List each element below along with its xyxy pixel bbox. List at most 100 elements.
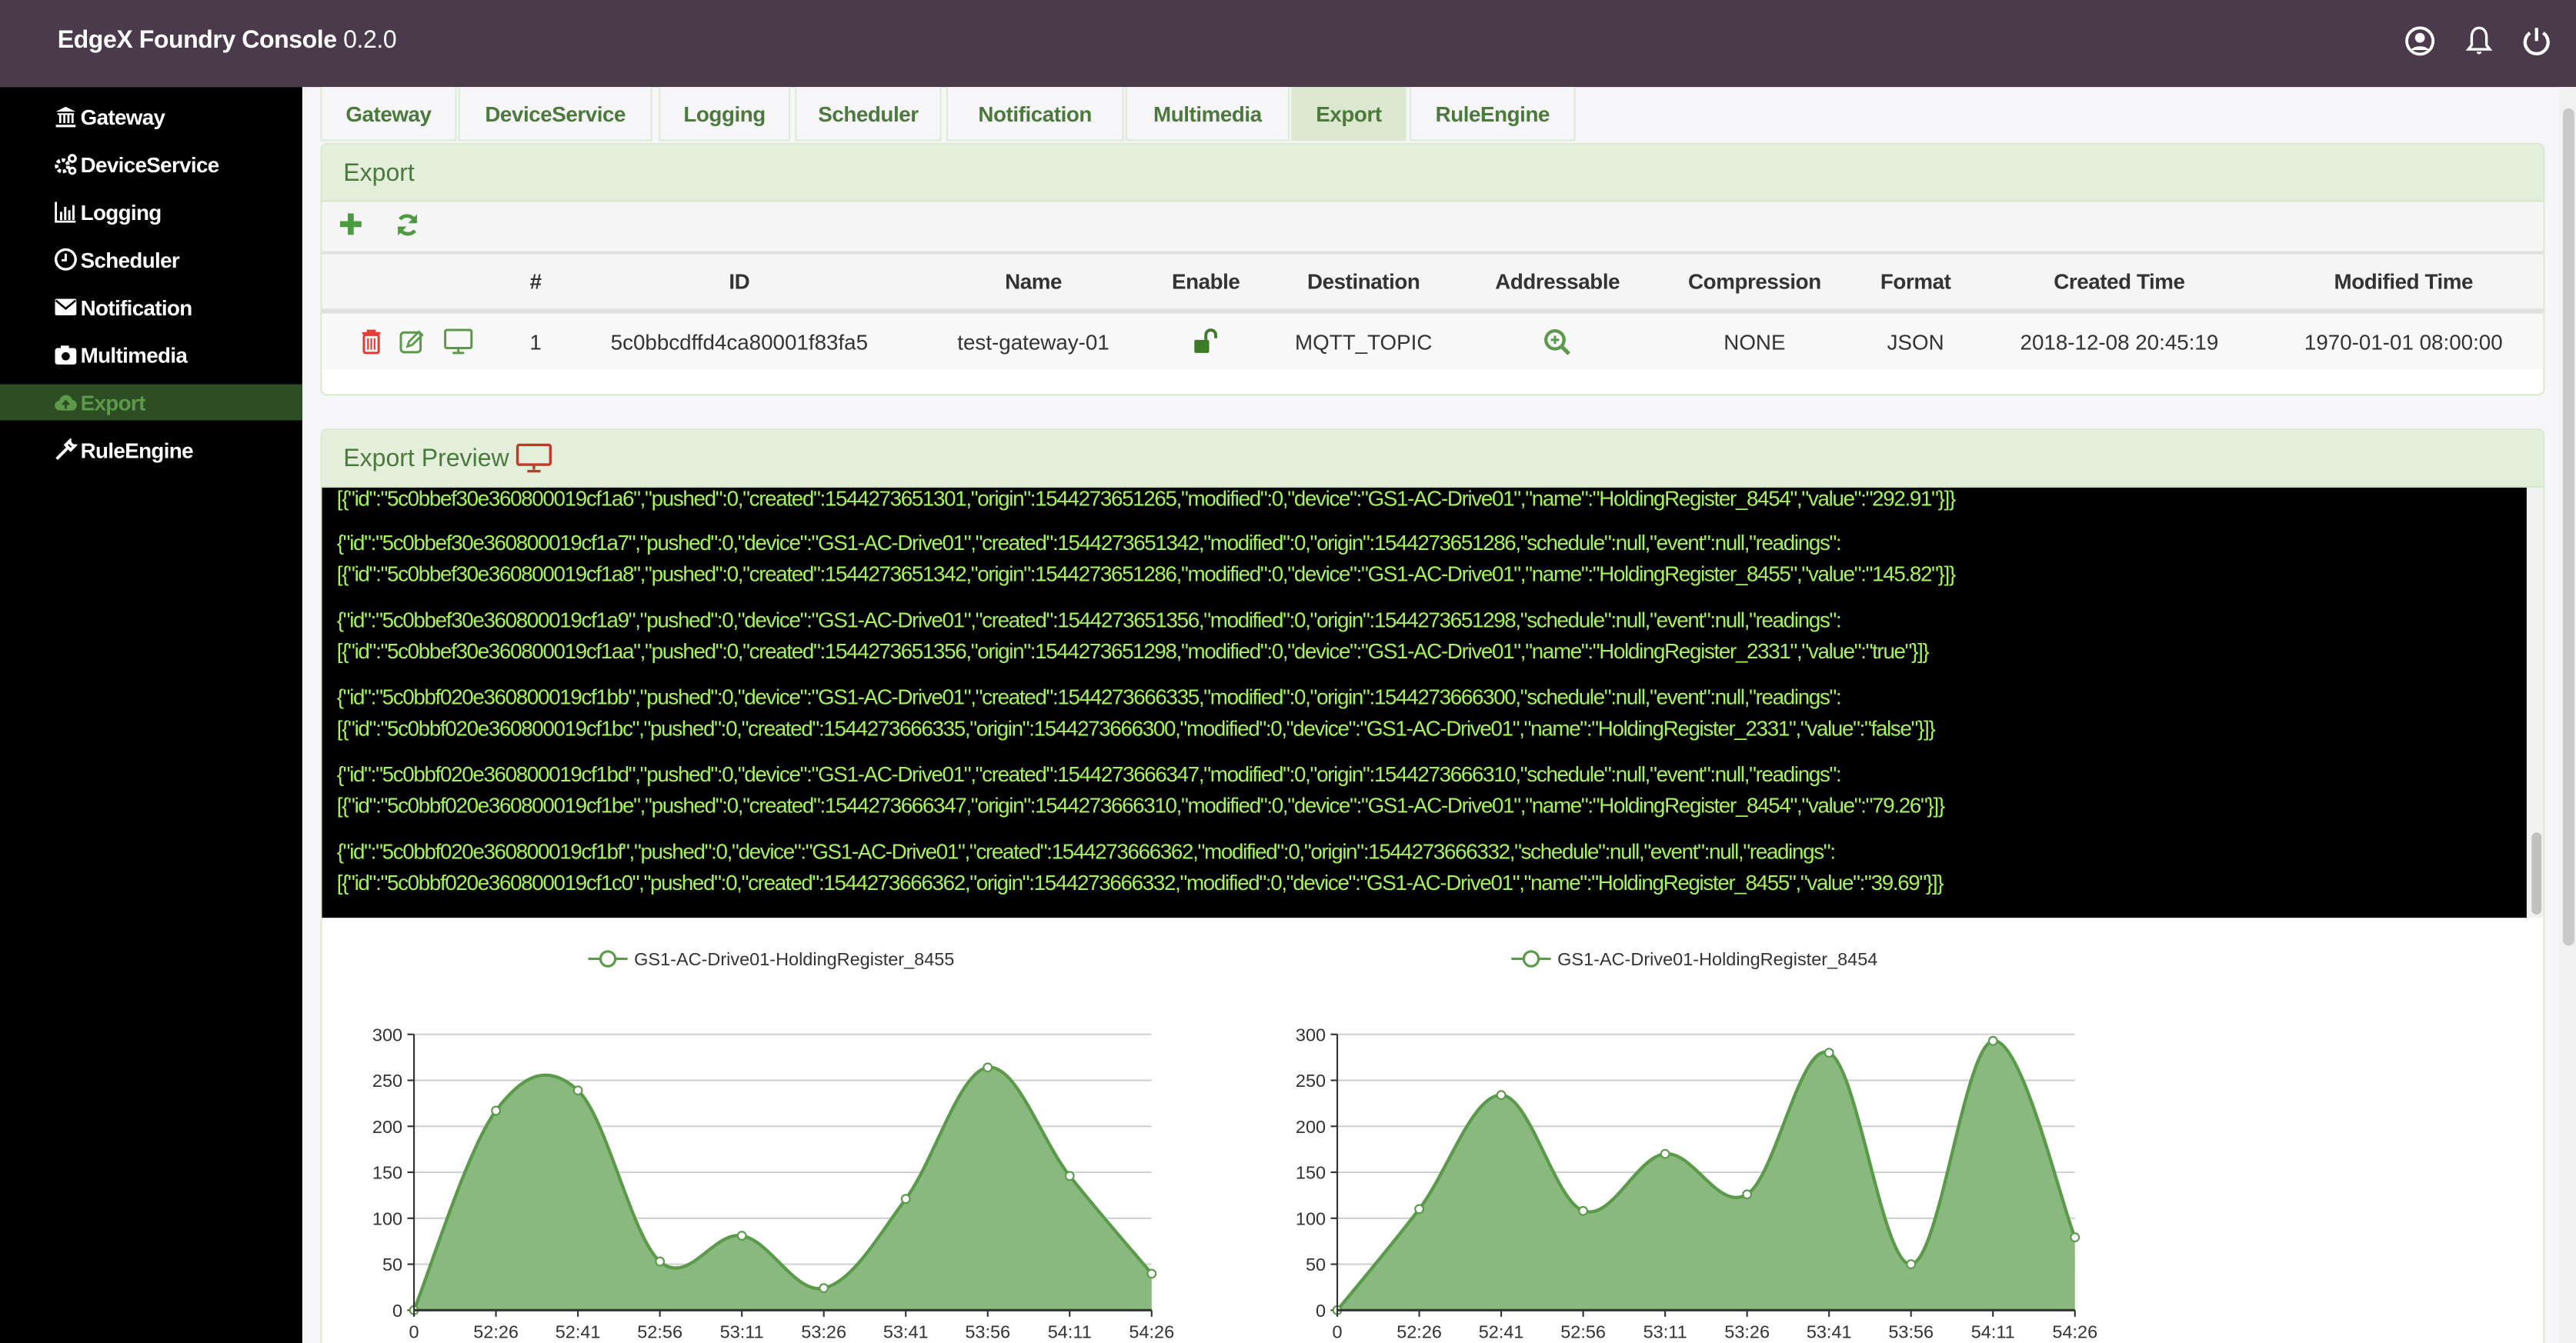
page-scroll-thumb[interactable] [2562,108,2574,946]
y-tick-label: 0 [1316,1301,1326,1321]
data-point [983,1062,993,1073]
sidebar-item-label: Multimedia [80,342,188,368]
tab-scheduler[interactable]: Scheduler [795,87,942,142]
tab-gateway[interactable]: Gateway [320,87,457,142]
tab-export[interactable]: Export [1291,87,1406,142]
data-point [736,1231,747,1241]
x-tick-label: 54:11 [1048,1322,1092,1342]
x-tick-label: 53:56 [965,1322,1010,1342]
monitor-icon[interactable] [444,314,473,370]
console-line: {"id":"5c0bbef30e360800019cf1a9","pushed… [336,607,1842,632]
tab-deviceservice[interactable]: DeviceService [458,87,652,142]
sidebar: Gateway DeviceService Logging Scheduler … [0,87,302,1343]
col-header-id: ID [729,269,750,295]
x-tick-label: 53:11 [1643,1322,1687,1342]
envelope-icon [52,295,77,318]
x-tick-label: 53:41 [883,1322,929,1342]
export-preview-console[interactable]: [{"id":"5c0bbef30e360800019cf1a6","pushe… [322,487,2527,918]
col-header-addressable: Addressable [1495,269,1620,295]
legend-marker [1522,950,1540,968]
series-area [1337,1041,2075,1311]
x-tick-label: 53:26 [1724,1322,1770,1342]
sidebar-item-ruleengine[interactable]: RuleEngine [0,432,302,468]
x-tick-label: 54:26 [2052,1322,2097,1342]
x-tick-label: 52:56 [1560,1322,1606,1342]
x-tick-label: 52:26 [1396,1322,1442,1342]
cell-name: test-gateway-01 [957,328,1109,354]
edit-icon[interactable] [399,314,425,370]
y-tick-label: 200 [372,1117,402,1137]
data-point [1906,1259,1917,1269]
charts-area: 0 50 100 150 200 250 300 0 52:26 52:41 52:56 53:11 5… [372,949,2097,1342]
sidebar-item-deviceservice[interactable]: DeviceService [0,146,302,182]
sidebar-item-label: Gateway [80,104,165,129]
cell-id: 5c0bbcdffd4ca80001f83fa5 [610,328,869,354]
y-tick-label: 100 [1296,1208,1326,1228]
data-point [1742,1189,1753,1200]
bell-icon[interactable] [2463,25,2496,58]
export-panel: Export # ID Name Enable Destination Addr… [320,142,2545,396]
unlock-icon[interactable] [1193,314,1219,370]
sidebar-item-export[interactable]: Export [0,384,302,421]
export-preview-panel: Export Preview [{"id":"5c0bbef30e3608000… [320,428,2545,1343]
table-row: 1 5c0bbcdffd4ca80001f83fa5 test-gateway-… [322,313,2544,370]
console-line: [{"id":"5c0bbf020e360800019cf1c0","pushe… [336,870,1944,895]
table-header: # ID Name Enable Destination Addressable… [322,254,2544,314]
sidebar-item-notification[interactable]: Notification [0,289,302,325]
app-window: EdgeX Foundry Console 0.2.0 Gateway Devi… [0,0,2576,1343]
tab-notification[interactable]: Notification [946,87,1124,142]
camera-icon [52,343,77,366]
export-preview-title: Export Preview [343,444,509,472]
y-tick-label: 250 [372,1071,402,1091]
monitor-icon [516,443,552,473]
tab-ruleengine[interactable]: RuleEngine [1410,87,1576,142]
cell-created-time: 2018-12-08 20:45:19 [2020,328,2219,354]
x-tick-label: 0 [1333,1322,1343,1342]
wrench-icon [52,438,77,462]
data-point [572,1085,583,1096]
data-point [1414,1204,1424,1215]
cell-destination: MQTT_TOPIC [1295,328,1433,354]
col-header-format: Format [1880,269,1951,295]
data-point [1064,1171,1075,1181]
sidebar-item-scheduler[interactable]: Scheduler [0,242,302,278]
plus-icon[interactable] [339,212,363,245]
data-point [1578,1205,1589,1216]
x-tick-label: 52:41 [1479,1322,1524,1342]
sidebar-item-multimedia[interactable]: Multimedia [0,337,302,373]
tab-multimedia[interactable]: Multimedia [1125,87,1290,142]
sidebar-item-logging[interactable]: Logging [0,194,302,230]
x-tick-label: 53:26 [801,1322,846,1342]
y-tick-label: 250 [1296,1071,1326,1091]
sidebar-item-label: RuleEngine [80,437,194,462]
power-icon[interactable] [2520,25,2553,58]
sidebar-item-label: Notification [80,295,193,320]
y-tick-label: 300 [372,1025,402,1045]
y-tick-label: 150 [372,1163,402,1183]
y-tick-label: 50 [1306,1255,1326,1275]
zoom-in-icon[interactable] [1543,314,1571,370]
data-point [1496,1090,1507,1101]
x-tick-label: 0 [409,1322,419,1342]
data-point [491,1105,501,1116]
cloud-upload-icon [52,391,77,414]
console-line: [{"id":"5c0bbef30e360800019cf1aa","pushe… [336,638,1930,664]
console-scroll-thumb[interactable] [2531,832,2542,915]
refresh-icon[interactable] [394,212,420,246]
console-line: {"id":"5c0bbf020e360800019cf1bd","pushed… [336,761,1842,787]
sidebar-item-gateway[interactable]: Gateway [0,98,302,135]
col-header-destination: Destination [1306,269,1420,295]
console-line: [{"id":"5c0bbf020e360800019cf1bc","pushe… [336,715,1936,741]
tab-logging[interactable]: Logging [659,87,791,142]
data-point [2070,1232,2080,1242]
sidebar-item-label: Logging [80,199,162,225]
trash-icon[interactable] [361,314,382,370]
y-tick-label: 300 [1296,1025,1326,1045]
y-tick-label: 100 [372,1208,402,1228]
col-header-created-time: Created Time [2054,269,2185,295]
legend-marker [599,950,617,968]
x-tick-label: 53:56 [1888,1322,1934,1342]
user-circle-icon[interactable] [2404,25,2437,58]
console-scrollbar[interactable] [2526,487,2544,918]
data-point [1987,1035,1998,1046]
